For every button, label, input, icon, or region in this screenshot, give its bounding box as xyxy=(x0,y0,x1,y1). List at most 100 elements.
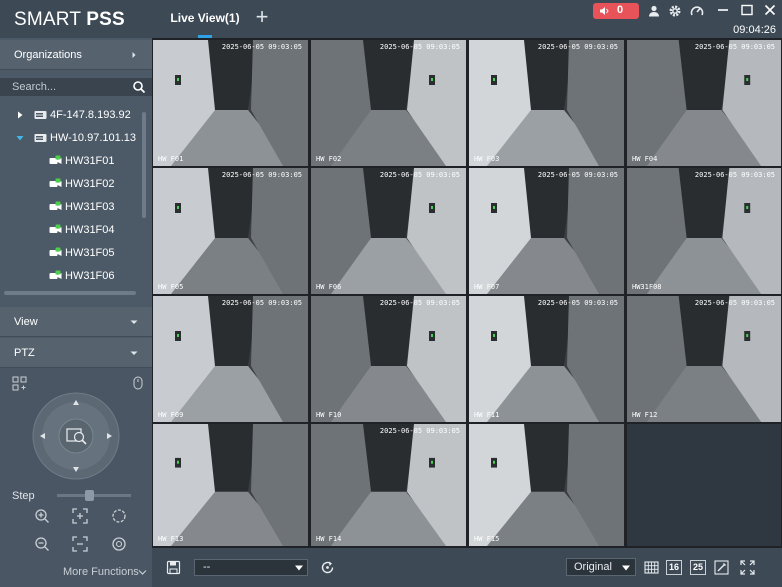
refresh-icon[interactable] xyxy=(320,560,335,575)
search-placeholder: Search... xyxy=(12,81,57,93)
empty-video-cell[interactable] xyxy=(627,424,781,546)
nvr-device-icon xyxy=(34,111,47,119)
more-functions-link[interactable]: More Functions xyxy=(63,566,139,578)
tree-channel-item[interactable]: HW31F04 xyxy=(0,219,152,241)
video-channel-name: HW F03 xyxy=(474,155,500,163)
video-cell[interactable]: 2025-06-05 09:03:05 HW F05 xyxy=(153,168,308,294)
video-cell[interactable]: HW F15 xyxy=(469,424,624,546)
split-16-button[interactable]: 16 xyxy=(666,560,682,575)
tree-horizontal-scrollbar[interactable] xyxy=(4,291,136,295)
view-preset-select[interactable]: -- xyxy=(194,559,308,576)
camera-frame xyxy=(311,40,466,166)
search-input[interactable]: Search... xyxy=(0,78,152,96)
video-timestamp: 2025-06-05 09:03:05 xyxy=(379,171,460,179)
step-slider[interactable] xyxy=(57,490,131,501)
close-icon[interactable] xyxy=(763,3,777,17)
video-channel-name: HW F14 xyxy=(316,535,342,543)
tree-channel-label: HW31F01 xyxy=(65,155,115,167)
video-timestamp: 2025-06-05 09:03:05 xyxy=(379,43,460,51)
focus-near-icon[interactable] xyxy=(72,508,88,524)
tab-live-view[interactable]: Live View(1) xyxy=(166,0,244,38)
video-channel-name: HW F04 xyxy=(632,155,658,163)
speaker-icon xyxy=(600,7,609,15)
camera-frame xyxy=(153,296,308,422)
video-timestamp: 2025-06-05 09:03:05 xyxy=(694,299,775,307)
add-tab-icon[interactable]: + xyxy=(252,6,272,28)
video-cell[interactable]: 2025-06-05 09:03:05 HW F10 xyxy=(311,296,466,422)
title-bar: SMART PSS Live View(1) + 0 09:04:26 xyxy=(0,0,782,38)
video-cell[interactable]: 2025-06-05 09:03:05 HW F06 xyxy=(311,168,466,294)
chevron-down-icon[interactable] xyxy=(138,569,147,576)
camera-frame xyxy=(469,296,624,422)
alarm-badge[interactable]: 0 xyxy=(593,3,639,19)
iris-close-icon[interactable] xyxy=(111,536,127,552)
video-timestamp: 2025-06-05 09:03:05 xyxy=(694,171,775,179)
camera-frame xyxy=(469,40,624,166)
camera-icon xyxy=(49,247,62,256)
video-timestamp: 2025-06-05 09:03:05 xyxy=(694,43,775,51)
save-view-icon[interactable] xyxy=(166,560,181,575)
iris-open-icon[interactable] xyxy=(111,508,127,524)
gear-icon[interactable] xyxy=(668,4,682,18)
video-cell[interactable]: 2025-06-05 09:03:05 HW F12 xyxy=(627,296,781,422)
video-cell[interactable]: 2025-06-05 09:03:05 HW F03 xyxy=(469,40,624,166)
tree-device-hw[interactable]: HW-10.97.101.13 xyxy=(0,127,152,149)
camera-frame xyxy=(469,168,624,294)
video-timestamp: 2025-06-05 09:03:05 xyxy=(221,43,302,51)
zoom-in-icon[interactable] xyxy=(34,508,50,524)
split-grid-icon[interactable] xyxy=(644,560,659,575)
aspect-ratio-select[interactable]: Original xyxy=(566,558,636,576)
split-25-button[interactable]: 25 xyxy=(690,560,706,575)
video-cell[interactable]: HW F13 xyxy=(153,424,308,546)
camera-frame xyxy=(153,40,308,166)
gauge-icon[interactable] xyxy=(690,4,704,18)
tree-channel-item[interactable]: HW31F02 xyxy=(0,173,152,195)
smart-pss-window: SMART PSS Live View(1) + 0 09:04:26 Orga… xyxy=(0,0,782,587)
view-header[interactable]: View xyxy=(0,307,152,337)
minimize-icon[interactable] xyxy=(716,3,730,17)
maximize-icon[interactable] xyxy=(740,3,754,17)
camera-icon xyxy=(49,201,62,210)
view-preset-value: -- xyxy=(203,561,211,573)
video-cell[interactable]: 2025-06-05 09:03:05 HW F09 xyxy=(153,296,308,422)
zoom-out-icon[interactable] xyxy=(34,536,50,552)
collapse-arrow-icon[interactable] xyxy=(16,134,24,142)
user-icon[interactable] xyxy=(647,4,661,18)
video-cell[interactable]: 2025-06-05 09:03:05 HW31F08 xyxy=(627,168,781,294)
tree-vertical-scrollbar[interactable] xyxy=(142,112,146,218)
focus-far-icon[interactable] xyxy=(72,536,88,552)
tree-channel-label: HW31F04 xyxy=(65,224,115,236)
tree-channel-item[interactable]: HW31F05 xyxy=(0,242,152,264)
video-cell[interactable]: 2025-06-05 09:03:05 HW F11 xyxy=(469,296,624,422)
camera-frame xyxy=(311,424,466,546)
video-cell[interactable]: 2025-06-05 09:03:05 HW F14 xyxy=(311,424,466,546)
video-timestamp: 2025-06-05 09:03:05 xyxy=(537,43,618,51)
ptz-direction-pad[interactable] xyxy=(32,392,120,480)
fullscreen-icon[interactable] xyxy=(740,560,755,575)
mouse-icon[interactable] xyxy=(132,376,144,391)
camera-frame xyxy=(627,296,781,422)
tree-channel-item[interactable]: HW31F06 xyxy=(0,265,152,287)
chevron-down-icon xyxy=(130,320,138,324)
tree-channel-item[interactable]: HW31F01 xyxy=(0,150,152,172)
custom-split-icon[interactable] xyxy=(714,560,729,575)
video-timestamp: 2025-06-05 09:03:05 xyxy=(221,299,302,307)
view-label: View xyxy=(14,316,38,328)
organizations-header[interactable]: Organizations xyxy=(0,40,152,70)
video-cell[interactable]: 2025-06-05 09:03:05 HW F07 xyxy=(469,168,624,294)
tree-device-label: 4F-147.8.193.92 xyxy=(50,109,131,121)
bottom-toolbar: -- Original 16 25 xyxy=(152,548,782,587)
video-cell[interactable]: 2025-06-05 09:03:05 HW F04 xyxy=(627,40,781,166)
search-icon[interactable] xyxy=(132,80,146,94)
tree-channel-label: HW31F05 xyxy=(65,247,115,259)
camera-frame xyxy=(311,296,466,422)
ptz-header[interactable]: PTZ xyxy=(0,338,152,368)
expand-arrow-icon[interactable] xyxy=(16,111,24,119)
organizations-label: Organizations xyxy=(14,49,82,61)
video-cell[interactable]: 2025-06-05 09:03:05 HW F02 xyxy=(311,40,466,166)
step-slider-knob[interactable] xyxy=(85,490,94,501)
video-cell[interactable]: 2025-06-05 09:03:05 HW F01 xyxy=(153,40,308,166)
tree-channel-item[interactable]: HW31F03 xyxy=(0,196,152,218)
tree-device-4f[interactable]: 4F-147.8.193.92 xyxy=(0,104,152,126)
ptz-grid-icon[interactable] xyxy=(12,376,27,391)
